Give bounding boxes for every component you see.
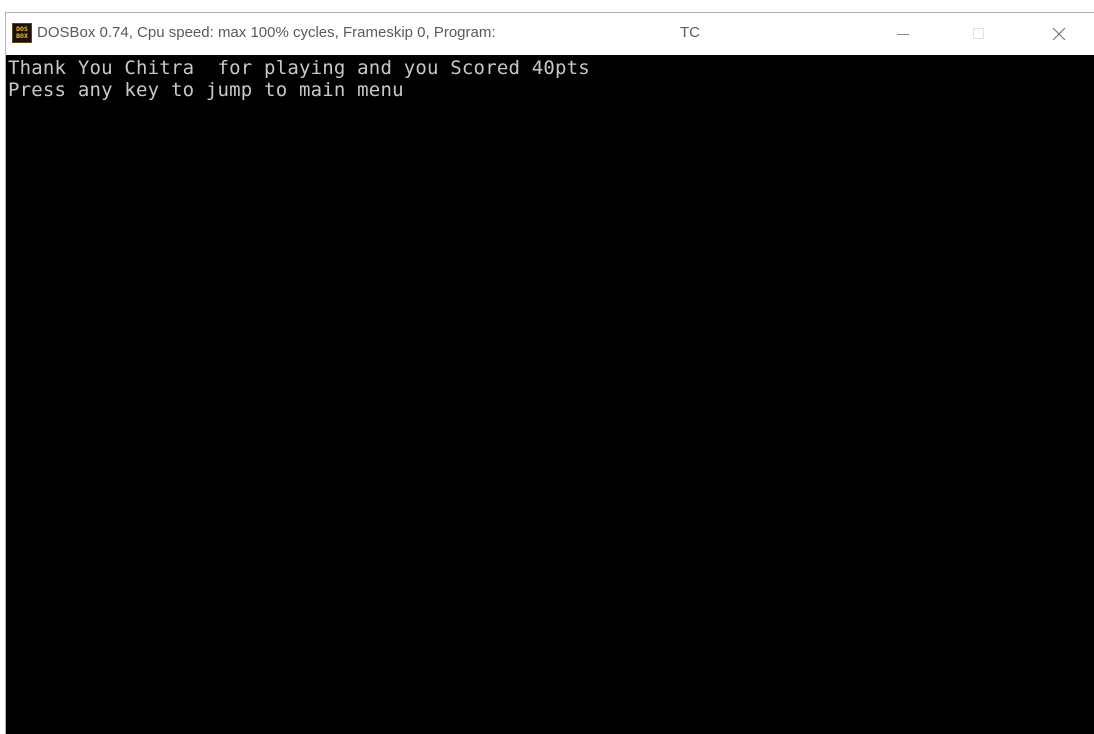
dos-console[interactable]: Thank You Chitra for playing and you Sco…: [8, 57, 1088, 727]
dosbox-icon[interactable]: DOS BOX: [12, 23, 32, 43]
close-icon: [1052, 27, 1066, 41]
minimize-icon: [897, 34, 909, 35]
program-name: TC: [680, 24, 700, 41]
title-bar[interactable]: DOS BOX DOSBox 0.74, Cpu speed: max 100%…: [6, 13, 1094, 55]
minimize-button[interactable]: [880, 13, 926, 55]
console-line-score: Thank You Chitra for playing and you Sco…: [8, 57, 590, 79]
maximize-icon: [973, 28, 984, 39]
close-button[interactable]: [1036, 13, 1082, 55]
console-line-prompt: Press any key to jump to main menu: [8, 79, 404, 101]
icon-label-bottom: BOX: [16, 32, 28, 40]
maximize-button[interactable]: [956, 13, 1002, 55]
window-title: DOSBox 0.74, Cpu speed: max 100% cycles,…: [37, 24, 496, 41]
dosbox-window: DOS BOX DOSBox 0.74, Cpu speed: max 100%…: [5, 12, 1094, 734]
